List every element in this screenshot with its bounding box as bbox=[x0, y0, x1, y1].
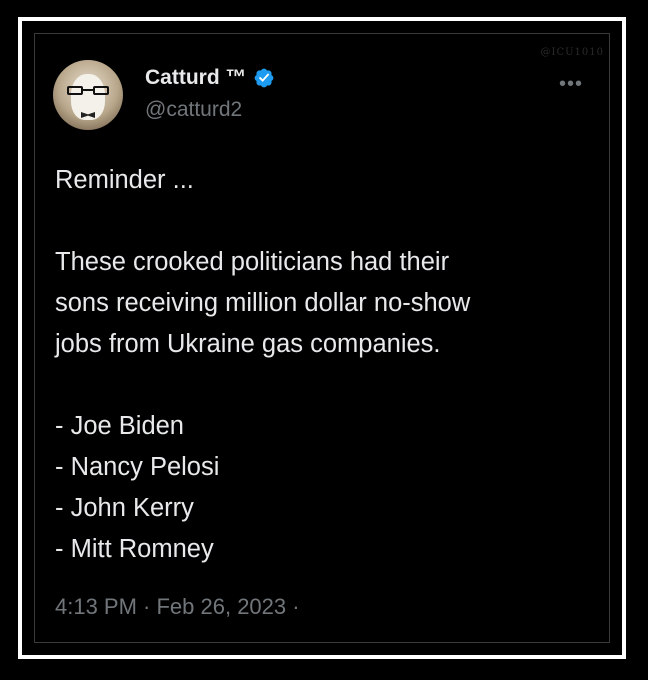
tweet-line-break bbox=[55, 201, 585, 242]
tweet-card[interactable]: Catturd ™ @catturd2 ••• Reminder ... The… bbox=[33, 38, 593, 619]
tweet-line: sons receiving million dollar no-show bbox=[55, 289, 471, 317]
tweet-line: - Mitt Romney bbox=[55, 535, 214, 563]
tweet-timestamp[interactable]: 4:13 PM · Feb 26, 2023 · bbox=[55, 594, 300, 620]
cat-face-icon bbox=[71, 74, 105, 120]
tweet-line-break bbox=[55, 365, 585, 406]
author-handle[interactable]: @catturd2 bbox=[145, 98, 242, 122]
tweet-line: jobs from Ukraine gas companies. bbox=[55, 330, 441, 358]
verified-badge-icon bbox=[254, 68, 273, 88]
author-name-row[interactable]: Catturd ™ bbox=[145, 66, 275, 90]
tweet-line: - Nancy Pelosi bbox=[55, 453, 220, 481]
avatar[interactable] bbox=[53, 60, 123, 130]
page-background: @ICU1010 Catturd ™ @catturd2 ••• Reminde… bbox=[0, 0, 648, 680]
tweet-text: Reminder ... These crooked politicians h… bbox=[55, 160, 585, 570]
tweet-line: - Joe Biden bbox=[55, 412, 184, 440]
tweet-line: Reminder ... bbox=[55, 166, 194, 194]
glasses-icon bbox=[67, 86, 109, 96]
tweet-line: These crooked politicians had their bbox=[55, 248, 450, 276]
author-display-name[interactable]: Catturd ™ bbox=[145, 66, 247, 90]
ellipsis-icon[interactable]: ••• bbox=[557, 74, 585, 94]
tweet-line: - John Kerry bbox=[55, 494, 194, 522]
tweet-header: Catturd ™ @catturd2 ••• bbox=[33, 38, 593, 130]
